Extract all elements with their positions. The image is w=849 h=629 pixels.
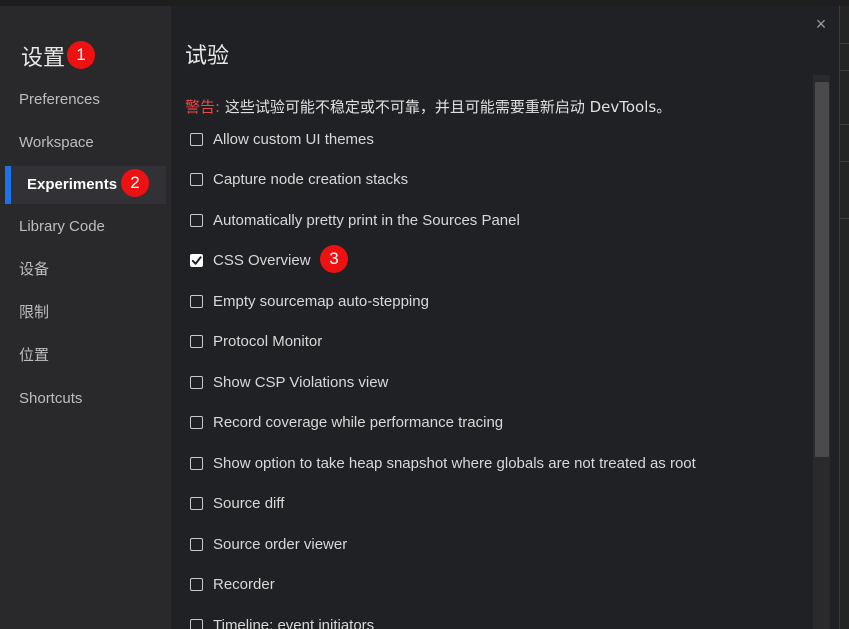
sidebar-item-workspace[interactable]: Workspace: [0, 124, 171, 162]
settings-dialog: 设置 1 Preferences Workspace Experiments 2…: [0, 6, 840, 629]
experiment-row[interactable]: Allow custom UI themes: [190, 128, 374, 150]
experiment-label: Recorder: [213, 576, 275, 593]
annotation-badge-2: 2: [121, 169, 149, 197]
experiment-row[interactable]: Protocol Monitor: [190, 331, 322, 353]
experiment-row[interactable]: Source order viewer: [190, 533, 347, 555]
experiment-label: Protocol Monitor: [213, 333, 323, 350]
experiment-label: Capture node creation stacks: [213, 171, 409, 188]
checkbox-unchecked[interactable]: [190, 456, 203, 470]
experiment-label: Timeline: event initiators: [213, 616, 375, 629]
sidebar-title: 设置: [21, 46, 66, 71]
checkbox-unchecked[interactable]: [190, 618, 203, 629]
warning-message: 警告: 这些试验可能不稳定或不可靠，并且可能需要重新启动 DevTools。: [185, 96, 671, 117]
checkbox-checked[interactable]: [190, 254, 203, 267]
page-title: 试验: [185, 44, 230, 69]
experiment-row[interactable]: Timeline: event initiators: [190, 614, 374, 629]
annotation-badge-1: 1: [67, 41, 95, 69]
checkbox-unchecked[interactable]: [190, 416, 203, 429]
sidebar-item-shortcuts[interactable]: Shortcuts: [0, 380, 171, 418]
sidebar-item-throttling[interactable]: 限制: [0, 294, 171, 332]
experiment-row[interactable]: Capture node creation stacks: [190, 169, 408, 191]
checkmark-icon: [191, 256, 202, 265]
sidebar-item-library-code[interactable]: Library Code: [0, 208, 171, 246]
experiment-label: CSS Overview: [213, 252, 311, 269]
experiment-row[interactable]: Empty sourcemap auto-stepping: [190, 290, 429, 312]
sidebar-item-locations[interactable]: 位置: [0, 337, 171, 375]
experiment-row[interactable]: Show CSP Violations view: [190, 371, 388, 393]
experiment-label: Source order viewer: [213, 535, 348, 553]
experiment-label: Empty sourcemap auto-stepping: [213, 292, 429, 310]
experiment-row[interactable]: Source diff: [190, 493, 284, 515]
sidebar-item-devices[interactable]: 设备: [0, 251, 171, 289]
sidebar-item-preferences[interactable]: Preferences: [0, 81, 171, 119]
settings-sidebar: 设置 1 Preferences Workspace Experiments 2…: [0, 6, 171, 629]
checkbox-unchecked[interactable]: [190, 173, 203, 186]
experiment-row[interactable]: Recorder: [190, 574, 275, 596]
checkbox-unchecked[interactable]: [190, 294, 203, 308]
experiment-label: Record coverage while performance tracin…: [213, 414, 504, 431]
experiment-label: Show CSP Violations view: [213, 373, 389, 391]
experiment-row[interactable]: Record coverage while performance tracin…: [190, 412, 503, 434]
checkbox-unchecked[interactable]: [190, 132, 203, 146]
scrollbar-thumb[interactable]: [815, 82, 829, 457]
close-icon[interactable]: ×: [811, 14, 831, 34]
experiment-row[interactable]: CSS Overview: [190, 250, 311, 272]
checkbox-unchecked[interactable]: [190, 578, 203, 591]
experiment-label: Source diff: [213, 495, 285, 512]
background-window-right: [839, 6, 849, 629]
experiment-label: Show option to take heap snapshot where …: [213, 454, 696, 472]
checkbox-unchecked[interactable]: [190, 375, 203, 389]
checkbox-unchecked[interactable]: [190, 213, 203, 227]
checkbox-unchecked[interactable]: [190, 497, 203, 510]
experiment-label: Allow custom UI themes: [213, 130, 374, 148]
checkbox-unchecked[interactable]: [190, 335, 203, 348]
annotation-badge-3: 3: [320, 245, 348, 273]
experiment-row[interactable]: Automatically pretty print in the Source…: [190, 209, 520, 231]
checkbox-unchecked[interactable]: [190, 537, 203, 551]
experiment-label: Automatically pretty print in the Source…: [213, 211, 520, 229]
warning-text: 这些试验可能不稳定或不可靠，并且可能需要重新启动 DevTools。: [220, 98, 672, 116]
warning-label: 警告:: [185, 98, 221, 116]
experiment-row[interactable]: Show option to take heap snapshot where …: [190, 452, 696, 474]
